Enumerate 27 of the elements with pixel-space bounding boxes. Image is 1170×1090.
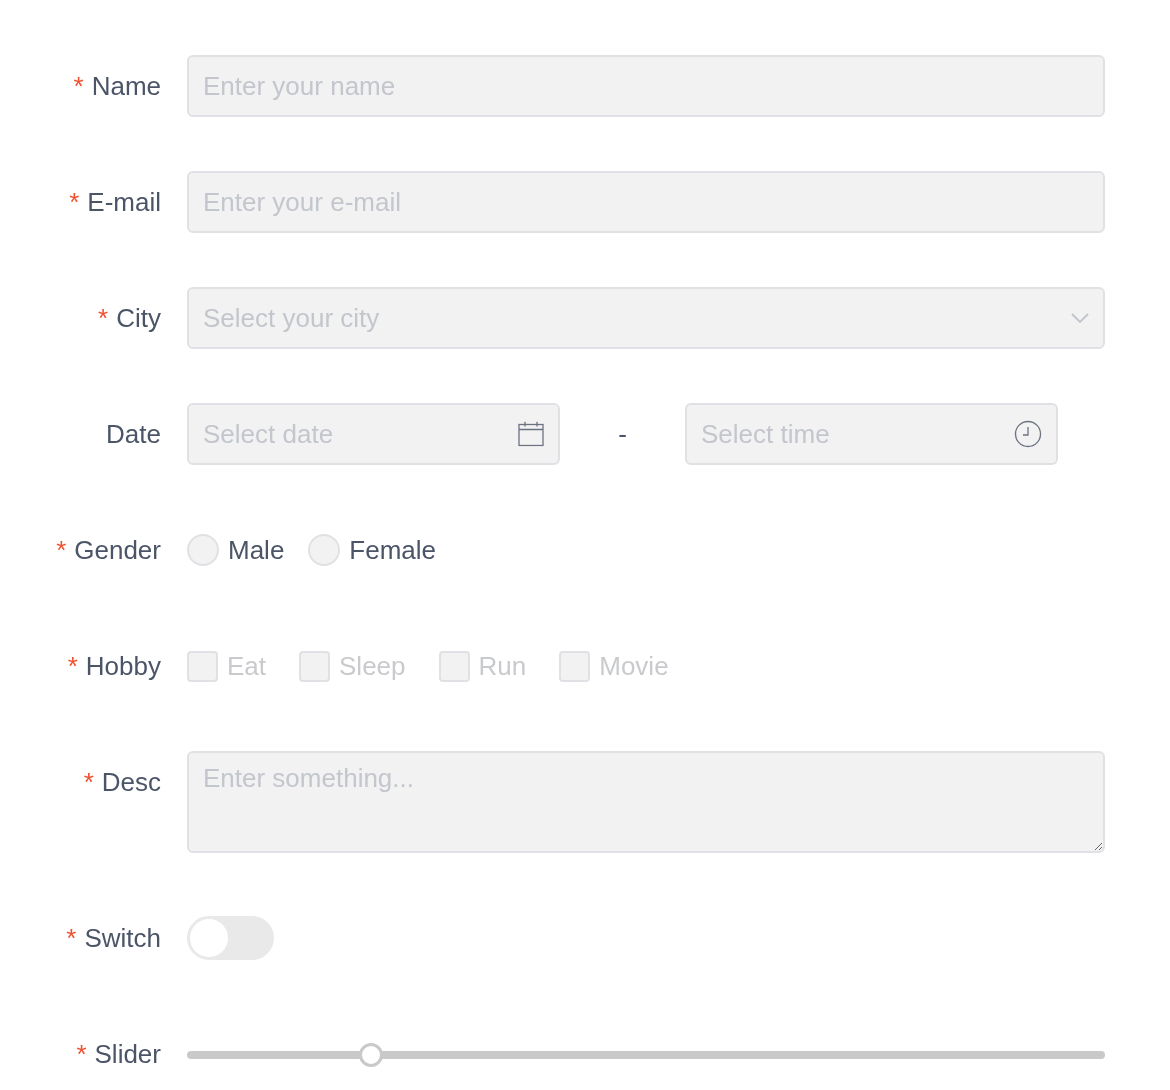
slider-thumb[interactable]	[358, 1043, 383, 1067]
required-asterisk: *	[67, 650, 78, 682]
required-asterisk: *	[98, 302, 109, 334]
field-label: Desc	[101, 766, 161, 798]
radio-button[interactable]	[187, 534, 219, 566]
option-label: Female	[349, 534, 437, 566]
field-label: Gender	[74, 534, 161, 566]
required-asterisk: *	[69, 186, 80, 218]
field-label: Hobby	[85, 650, 161, 682]
field-label: City	[116, 302, 161, 334]
radio-button[interactable]	[308, 534, 341, 566]
clock-icon	[1014, 420, 1042, 448]
range-separator: -	[618, 418, 627, 450]
option-label: Male	[228, 534, 285, 566]
chevron-down-icon	[1071, 313, 1089, 323]
field-label: E-mail	[87, 186, 161, 218]
required-asterisk: *	[83, 766, 94, 798]
required-asterisk: *	[73, 70, 84, 102]
required-asterisk: *	[56, 534, 67, 566]
slider[interactable]	[187, 1043, 1105, 1067]
calendar-icon	[518, 421, 544, 447]
required-asterisk: *	[66, 922, 77, 954]
field-label: Switch	[84, 922, 161, 954]
field-label: Name	[91, 70, 161, 102]
required-asterisk: *	[76, 1038, 87, 1070]
field-label: Slider	[94, 1038, 161, 1070]
field-label: Date	[106, 418, 161, 450]
